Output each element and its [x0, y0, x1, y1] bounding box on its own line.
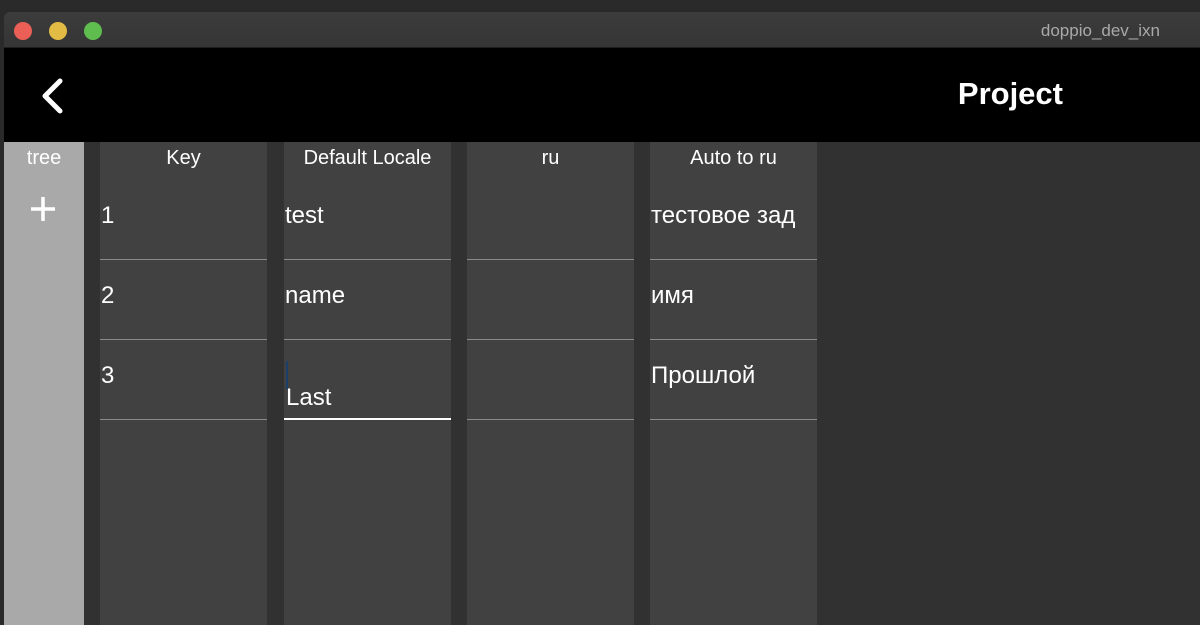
table-cell[interactable]: Прошлой [650, 340, 817, 420]
cell-text: Прошлой [651, 362, 756, 389]
cell-text: тестовое зад [651, 202, 796, 229]
table-cell[interactable] [467, 340, 634, 420]
cell-text: 3 [101, 362, 115, 389]
table-cell[interactable]: name [284, 260, 451, 340]
cell-text: name [285, 282, 346, 309]
cell-text: 1 [101, 202, 115, 229]
column-header: Key [166, 147, 201, 169]
table-cell[interactable] [467, 180, 634, 260]
cell-text: 2 [101, 282, 115, 309]
app-window: doppio_dev_ixn Project tree Key 1 2 3 De… [4, 12, 1200, 625]
cell-text: test [285, 202, 324, 229]
table-cell[interactable] [467, 260, 634, 340]
column-ru: ru [467, 142, 634, 625]
app-bar: Project [4, 48, 1200, 142]
add-row-button[interactable] [28, 194, 58, 224]
table-cell[interactable]: тестовое зад [650, 180, 817, 260]
table-cell[interactable]: test [284, 180, 451, 260]
tree-label: tree [26, 147, 62, 169]
column-header: Default Locale [303, 147, 432, 169]
window-title: doppio_dev_ixn [1040, 21, 1160, 40]
table-cell[interactable]: 1 [100, 180, 267, 260]
column-key: Key 1 2 3 [100, 142, 267, 625]
title-bar: doppio_dev_ixn [4, 12, 1200, 48]
table-cell[interactable]: имя [650, 260, 817, 340]
column-default-locale: Default Locale test name Last [284, 142, 451, 625]
active-edit-cell[interactable]: Last [284, 340, 451, 420]
column-header: ru [541, 147, 560, 169]
cell-text: имя [651, 282, 694, 309]
text-caret [286, 360, 288, 389]
cell-text: Last [286, 384, 332, 411]
column-header: Auto to ru [690, 147, 777, 169]
page-title: Project [957, 76, 1063, 111]
tree-column: tree [4, 142, 84, 625]
table-cell[interactable]: 3 [100, 340, 267, 420]
translation-table: tree Key 1 2 3 Default Locale test name … [4, 142, 1200, 625]
column-auto-to-ru: Auto to ru тестовое зад имя Прошлой [650, 142, 817, 625]
plus-icon [31, 197, 55, 221]
table-cell[interactable]: 2 [100, 260, 267, 340]
